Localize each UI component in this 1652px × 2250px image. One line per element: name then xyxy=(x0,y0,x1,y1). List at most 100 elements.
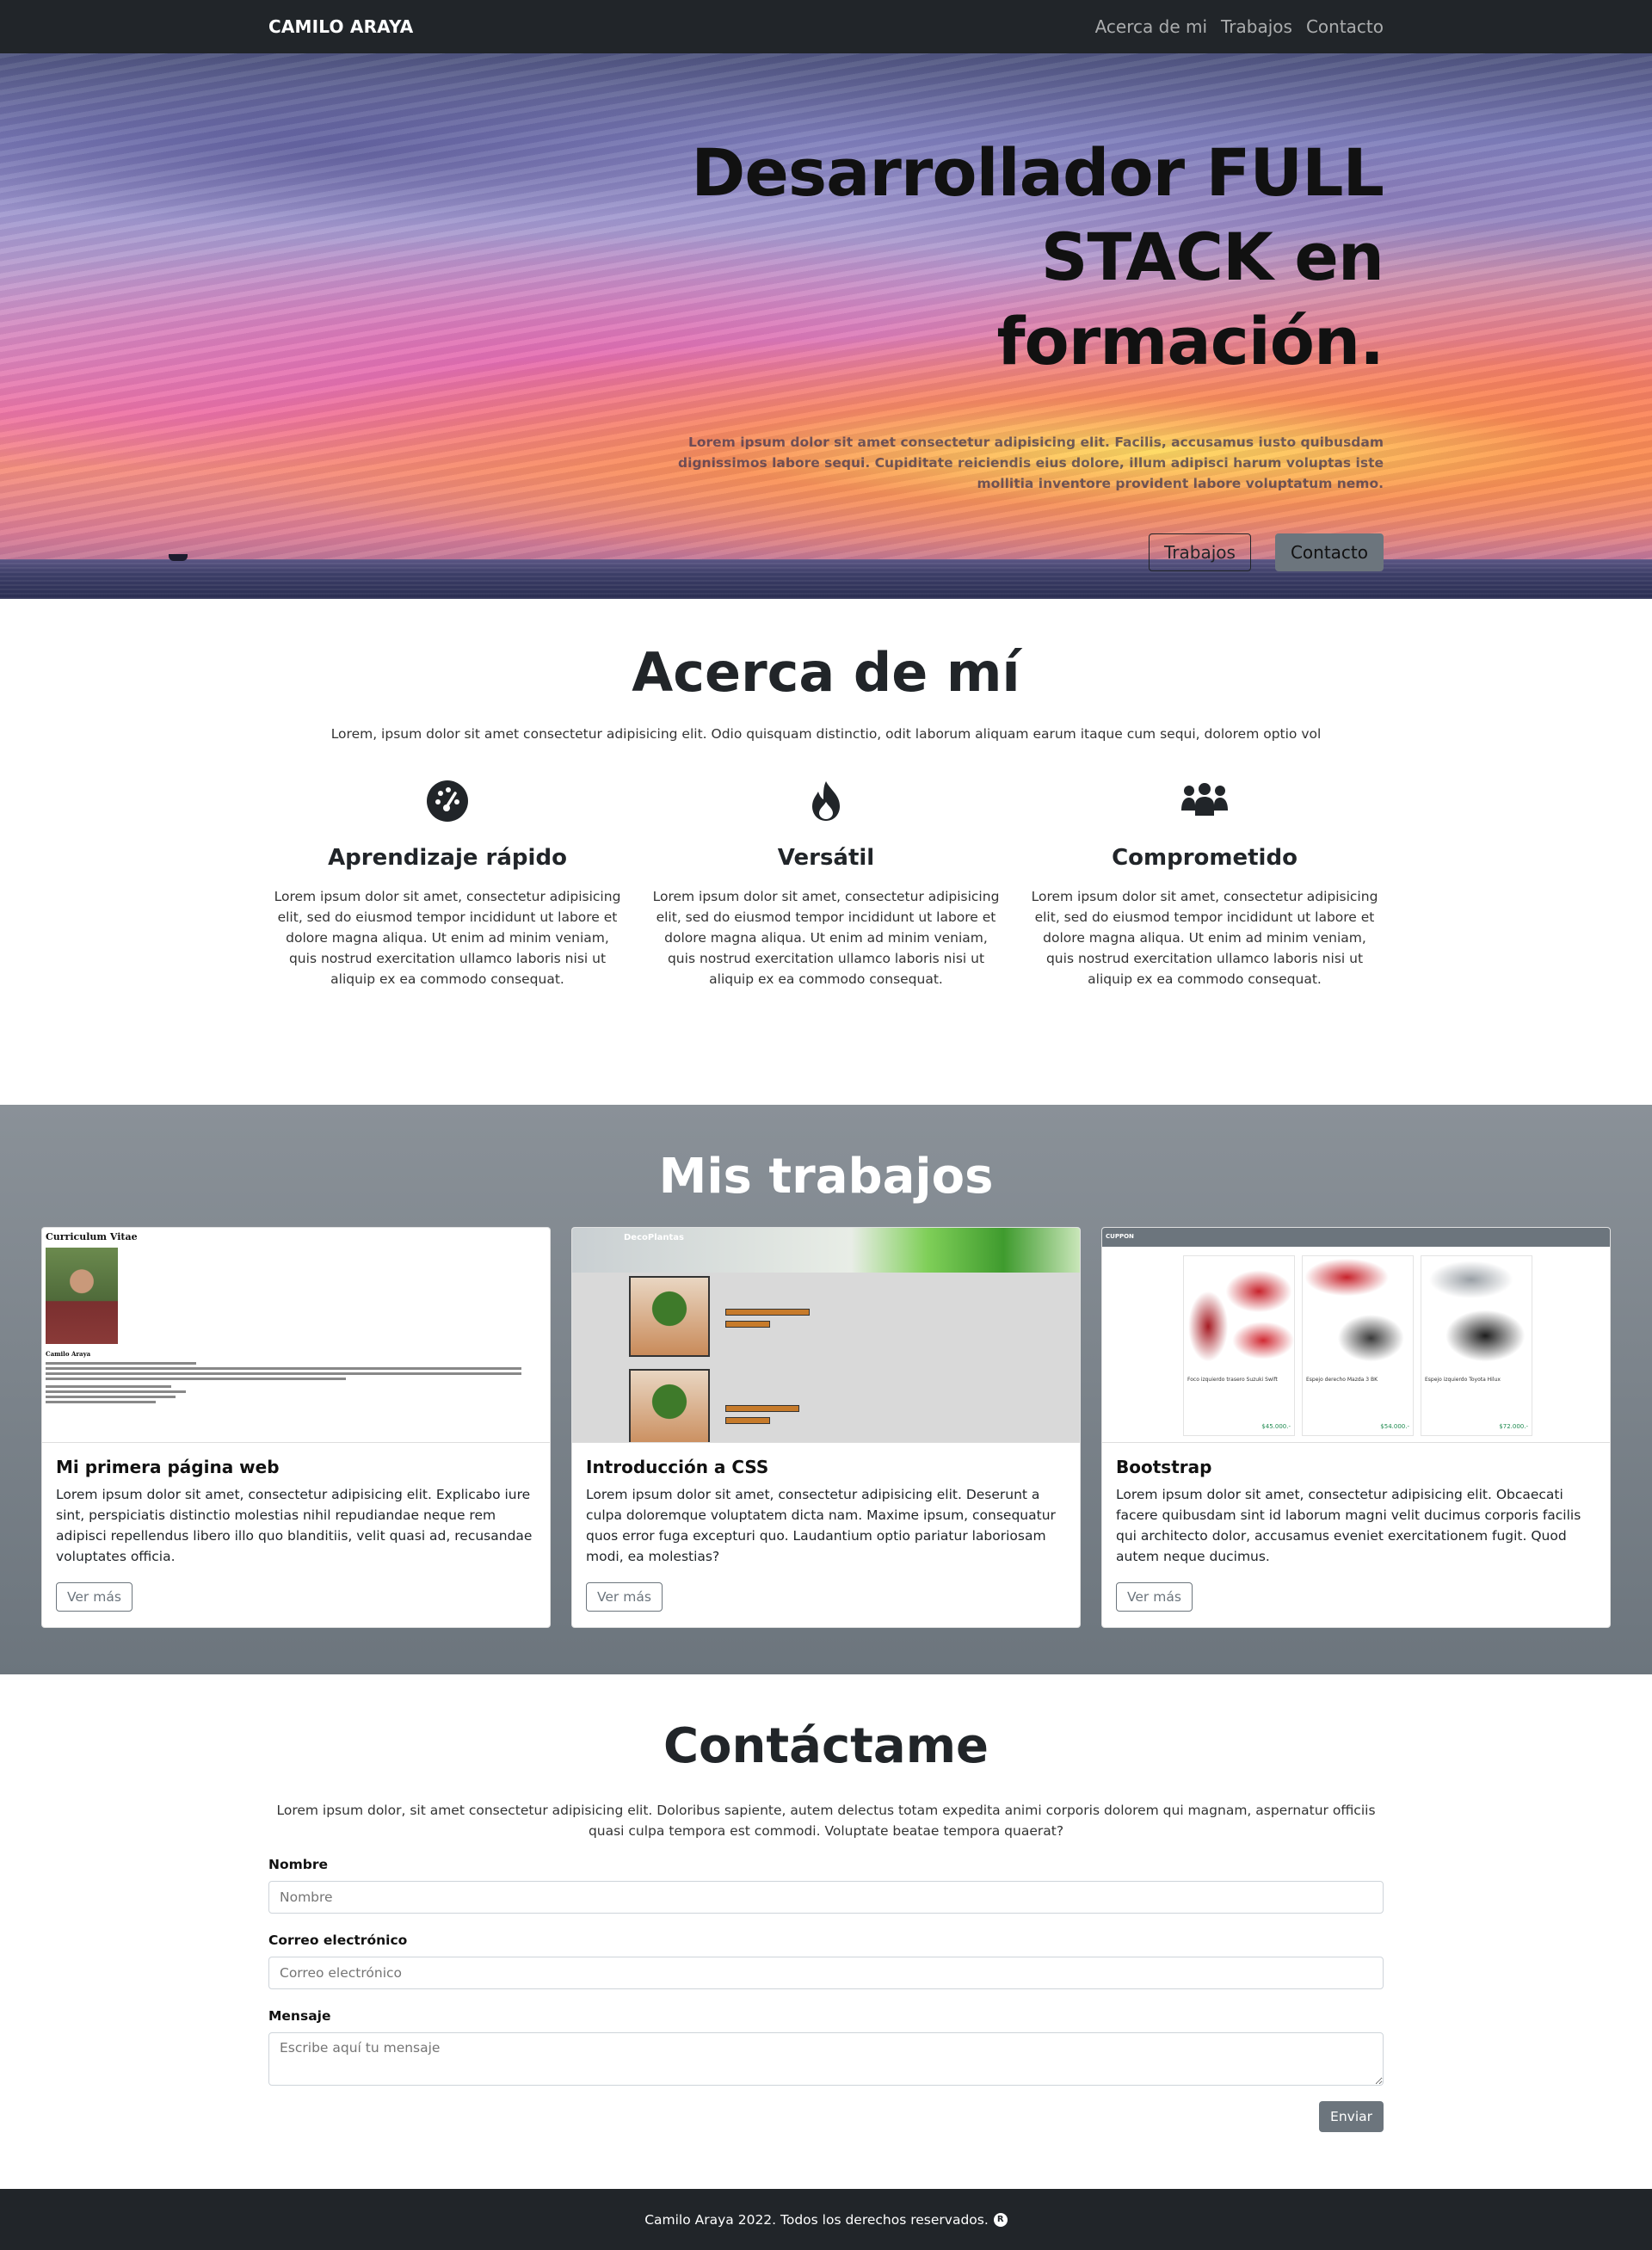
feature-item: Comprometido Lorem ipsum dolor sit amet,… xyxy=(1027,780,1382,989)
feature-item: Aprendizaje rápido Lorem ipsum dolor sit… xyxy=(270,780,625,989)
boat-shape xyxy=(169,554,188,561)
contact-section: Contáctame Lorem ipsum dolor, sit amet c… xyxy=(0,1674,1652,2189)
about-title: Acerca de mí xyxy=(632,641,1020,704)
feature-text: Lorem ipsum dolor sit amet, consectetur … xyxy=(652,889,1000,987)
card-text: Lorem ipsum dolor sit amet, consectetur … xyxy=(1116,1487,1581,1564)
works-title: Mis trabajos xyxy=(658,1149,994,1205)
shop-item-name: Espejo derecho Mazda 3 BK xyxy=(1306,1377,1378,1383)
shop-item: Espejo derecho Mazda 3 BK $54.000.- xyxy=(1302,1255,1414,1436)
cv-text-line xyxy=(46,1401,157,1403)
shop-item-name: Foco izquierdo trasero Suzuki Swift xyxy=(1187,1377,1278,1383)
plant-tag xyxy=(725,1309,810,1316)
nav-links: Acerca de mi Trabajos Contacto xyxy=(1095,16,1384,37)
hero-trabajos-button[interactable]: Trabajos xyxy=(1149,533,1251,571)
cv-name: Camilo Araya xyxy=(46,1350,91,1358)
shop-logo: CUPPON xyxy=(1106,1233,1134,1240)
card-body: Introducción a CSS Lorem ipsum dolor sit… xyxy=(572,1443,1080,1625)
brand[interactable]: CAMILO ARAYA xyxy=(268,16,413,37)
form-actions: Enviar xyxy=(268,2101,1384,2132)
ver-mas-button[interactable]: Ver más xyxy=(586,1582,663,1612)
feature-title: Aprendizaje rápido xyxy=(328,845,567,871)
cv-heading: Curriculum Vitae xyxy=(46,1231,138,1242)
cv-preview: Curriculum Vitae Camilo Araya xyxy=(42,1228,550,1407)
fire-icon xyxy=(812,781,840,821)
ver-mas-button[interactable]: Ver más xyxy=(56,1582,133,1612)
plant-image xyxy=(629,1369,710,1442)
card-title: Bootstrap xyxy=(1116,1457,1212,1477)
name-input[interactable] xyxy=(268,1881,1384,1914)
card-title: Introducción a CSS xyxy=(586,1457,769,1477)
navbar: CAMILO ARAYA Acerca de mi Trabajos Conta… xyxy=(0,0,1652,53)
hero-buttons: Trabajos Contacto xyxy=(678,533,1384,571)
project-card: DecoPlantas Introducción a CSS Lorem ips… xyxy=(571,1227,1081,1628)
feature-title: Comprometido xyxy=(1112,845,1298,871)
hero-text: Lorem ipsum dolor sit amet consectetur a… xyxy=(678,435,1384,491)
car-image xyxy=(1421,1256,1532,1373)
hero-contacto-button[interactable]: Contacto xyxy=(1274,533,1384,571)
hero-title: Desarrollador FULL STACK en formación. xyxy=(678,131,1384,384)
cv-text-line xyxy=(46,1378,347,1380)
shop-item-name: Espejo izquierdo Toyota Hilux xyxy=(1425,1377,1501,1383)
plant-tag xyxy=(725,1417,770,1424)
features-row: Aprendizaje rápido Lorem ipsum dolor sit… xyxy=(0,780,1652,989)
ver-mas-button[interactable]: Ver más xyxy=(1116,1582,1193,1612)
works-section: Mis trabajos Curriculum Vitae Camilo Ara… xyxy=(0,1105,1652,1674)
cv-text-line xyxy=(46,1367,521,1370)
project-card: Curriculum Vitae Camilo Araya Mi primera… xyxy=(41,1227,551,1628)
card-thumbnail-cv: Curriculum Vitae Camilo Araya xyxy=(42,1228,550,1443)
plant-tag xyxy=(725,1405,799,1412)
nav-link-trabajos[interactable]: Trabajos xyxy=(1221,16,1292,37)
hero-title-line1: Desarrollador FULL xyxy=(691,134,1384,211)
footer-text: Camilo Araya 2022. Todos los derechos re… xyxy=(644,2211,989,2228)
project-card: CUPPON Foco izquierdo trasero Suzuki Swi… xyxy=(1101,1227,1611,1628)
about-lead: Lorem, ipsum dolor sit amet consectetur … xyxy=(330,726,1322,742)
shop-item: Foco izquierdo trasero Suzuki Swift $45.… xyxy=(1183,1255,1295,1436)
registered-icon: R xyxy=(993,2212,1008,2227)
cv-text-line xyxy=(46,1396,176,1398)
cv-photo xyxy=(46,1248,118,1344)
nav-link-acerca[interactable]: Acerca de mi xyxy=(1095,16,1207,37)
cv-text-line xyxy=(46,1390,186,1393)
car-image xyxy=(1303,1256,1413,1373)
plants-logo: DecoPlantas xyxy=(624,1233,684,1242)
card-title: Mi primera página web xyxy=(56,1457,280,1477)
nav-link-contacto[interactable]: Contacto xyxy=(1306,16,1384,37)
feature-title: Versátil xyxy=(777,845,875,871)
plant-image xyxy=(629,1276,710,1357)
message-textarea[interactable] xyxy=(268,2032,1384,2086)
card-thumbnail-plants: DecoPlantas xyxy=(572,1228,1080,1443)
message-label: Mensaje xyxy=(268,2008,331,2024)
people-icon xyxy=(1181,783,1228,816)
plants-header: DecoPlantas xyxy=(572,1228,1080,1273)
car-image xyxy=(1184,1256,1294,1373)
card-text: Lorem ipsum dolor sit amet, consectetur … xyxy=(56,1487,533,1564)
email-input[interactable] xyxy=(268,1957,1384,1989)
plant-tag xyxy=(725,1321,770,1328)
contact-form: Nombre Correo electrónico Mensaje Enviar xyxy=(268,1857,1384,2132)
cards-row: Curriculum Vitae Camilo Araya Mi primera… xyxy=(0,1227,1652,1628)
contact-title: Contáctame xyxy=(663,1718,989,1774)
card-thumbnail-shop: CUPPON Foco izquierdo trasero Suzuki Swi… xyxy=(1102,1228,1610,1443)
speedometer-icon xyxy=(427,780,468,822)
card-body: Mi primera página web Lorem ipsum dolor … xyxy=(42,1443,550,1625)
cv-text-line xyxy=(46,1372,521,1375)
feature-text: Lorem ipsum dolor sit amet, consectetur … xyxy=(274,889,621,987)
enviar-button[interactable]: Enviar xyxy=(1319,2101,1384,2132)
shop-item-price: $54.000.- xyxy=(1380,1423,1409,1430)
shop-items: Foco izquierdo trasero Suzuki Swift $45.… xyxy=(1102,1247,1610,1436)
footer: Camilo Araya 2022. Todos los derechos re… xyxy=(0,2189,1652,2250)
hero-title-line2: STACK en formación. xyxy=(996,219,1384,379)
card-text: Lorem ipsum dolor sit amet, consectetur … xyxy=(586,1487,1056,1564)
feature-item: Versátil Lorem ipsum dolor sit amet, con… xyxy=(649,780,1003,989)
hero-content: Desarrollador FULL STACK en formación. L… xyxy=(678,131,1384,571)
cv-text-line xyxy=(46,1362,196,1365)
email-label: Correo electrónico xyxy=(268,1933,408,1948)
about-section: Acerca de mí Lorem, ipsum dolor sit amet… xyxy=(0,599,1652,1105)
shop-item-price: $45.000.- xyxy=(1261,1423,1291,1430)
cv-text-line xyxy=(46,1385,171,1388)
feature-text: Lorem ipsum dolor sit amet, consectetur … xyxy=(1031,889,1378,987)
shop-item-price: $72.000.- xyxy=(1499,1423,1528,1430)
hero-section: Desarrollador FULL STACK en formación. L… xyxy=(0,53,1652,599)
shop-navbar: CUPPON xyxy=(1102,1228,1610,1247)
name-label: Nombre xyxy=(268,1857,329,1872)
